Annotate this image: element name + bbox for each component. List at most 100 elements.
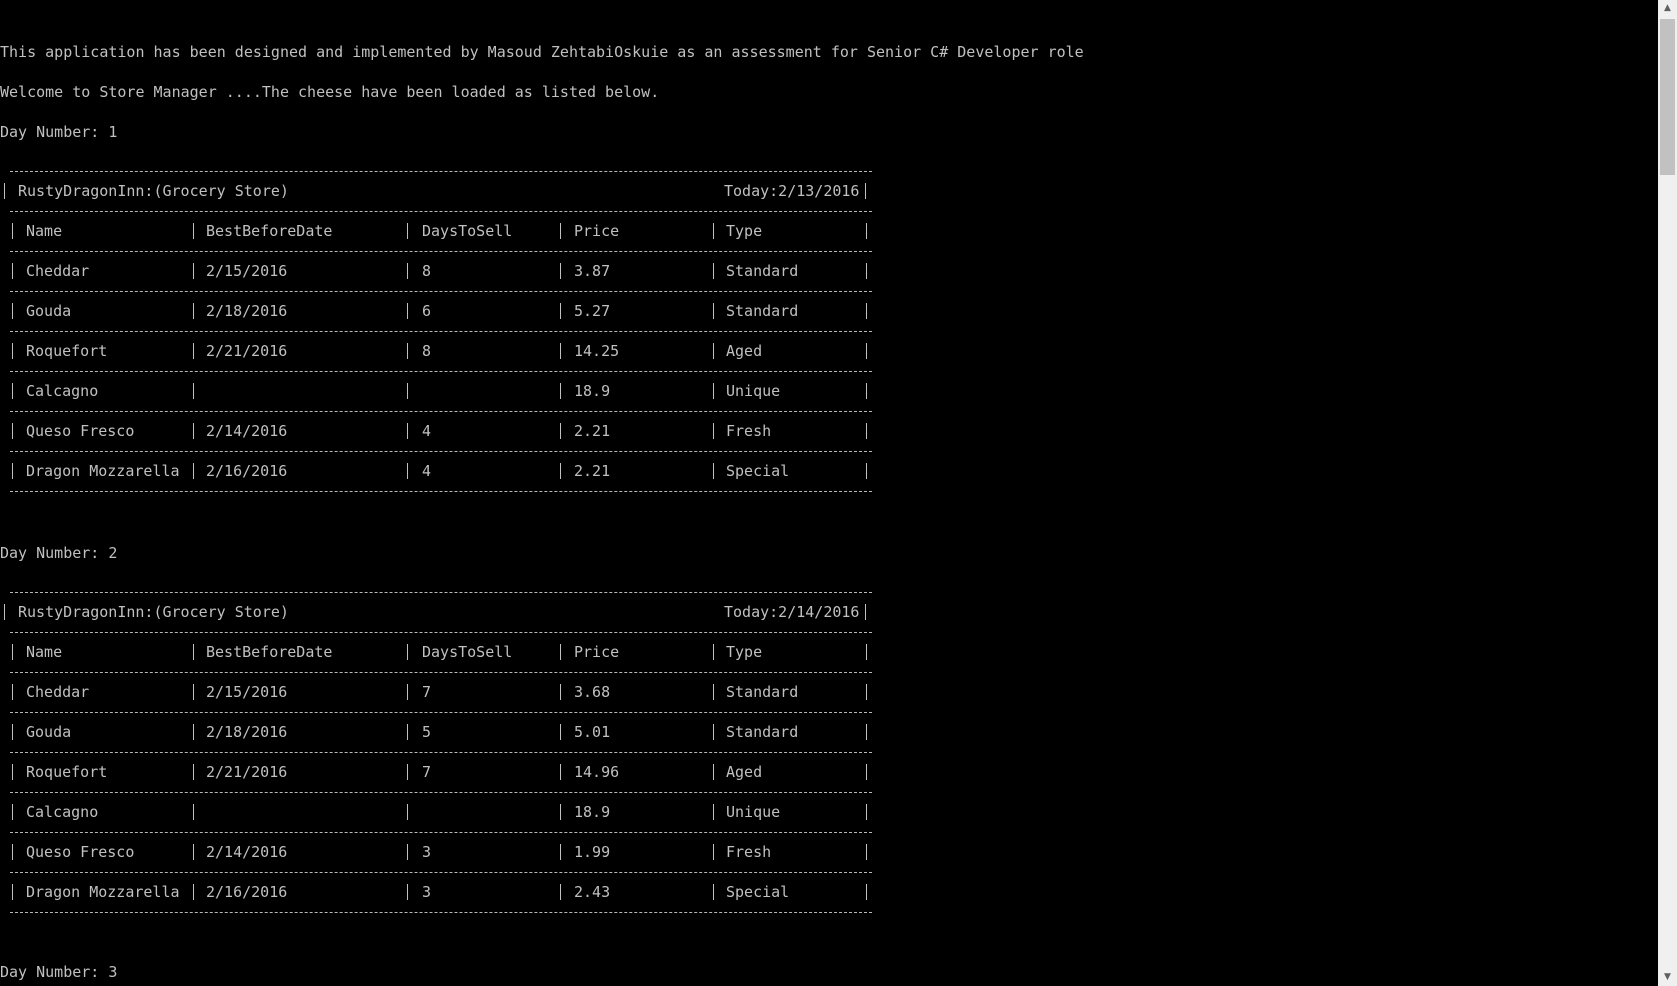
column-header-type: Type [726,222,763,240]
cell-border [12,463,13,479]
cell-border [865,604,866,620]
table-row: Roquefort 2/21/2016 7 14.96 Aged [0,762,880,782]
cell-border [713,884,714,900]
table-cell-daystosell: 4 [422,462,432,480]
table-cell-daystosell: 8 [422,342,432,360]
table-cell-type: Special [726,462,790,480]
cell-border [560,764,561,780]
cell-border [865,183,866,199]
table-cell-daystosell: 8 [422,262,432,280]
scroll-up-icon[interactable]: ▲ [1658,0,1677,17]
table-row: Cheddar 2/15/2016 8 3.87 Standard [0,261,880,281]
table-divider [10,251,872,252]
table-cell-type: Fresh [726,422,772,440]
table-cell-bestbeforedate: 2/14/2016 [206,843,288,861]
table-divider [10,752,872,753]
cell-border [4,183,5,199]
table-row: Dragon Mozzarella 2/16/2016 4 2.21 Special [0,461,880,481]
table-divider [10,712,872,713]
cell-border [12,644,13,660]
table-divider [10,371,872,372]
cell-border [193,463,194,479]
table-cell-price: 2.21 [574,462,611,480]
table-cell-type: Unique [726,382,781,400]
table-cell-type: Standard [726,262,799,280]
table-cell-name: Gouda [26,723,72,741]
cell-border [407,644,408,660]
cell-border [12,844,13,860]
column-header-row: Name BestBeforeDate DaysToSell Price Type [0,221,880,241]
cell-border [193,383,194,399]
cell-border [713,343,714,359]
table-cell-price: 3.68 [574,683,611,701]
table-divider [10,291,872,292]
cell-border [560,463,561,479]
cell-border [407,804,408,820]
table-divider [10,632,872,633]
table-divider [10,912,872,913]
cell-border [866,223,867,239]
table-divider [10,491,872,492]
cell-border [407,383,408,399]
table-cell-daystosell: 3 [422,843,432,861]
table-cell-bestbeforedate: 2/21/2016 [206,342,288,360]
column-header-row: Name BestBeforeDate DaysToSell Price Type [0,642,880,662]
cell-border [560,343,561,359]
cell-border [866,303,867,319]
cell-border [866,884,867,900]
cell-border [407,463,408,479]
table-cell-daystosell: 6 [422,302,432,320]
cell-border [12,263,13,279]
column-header-name: Name [26,222,63,240]
cell-border [407,303,408,319]
cell-border [12,684,13,700]
table-cell-type: Aged [726,763,763,781]
table-cell-name: Cheddar [26,262,90,280]
table-row: Gouda 2/18/2016 5 5.01 Standard [0,722,880,742]
cell-border [12,804,13,820]
table-cell-bestbeforedate: 2/15/2016 [206,262,288,280]
table-cell-type: Unique [726,803,781,821]
store-header-row: RustyDragonInn:(Grocery Store) Today:2/14… [0,602,880,622]
cell-border [193,804,194,820]
table-cell-price: 5.01 [574,723,611,741]
table-row: Gouda 2/18/2016 6 5.27 Standard [0,301,880,321]
cell-border [407,684,408,700]
table-cell-name: Queso Fresco [26,843,135,861]
table-cell-type: Standard [726,723,799,741]
table-cell-name: Queso Fresco [26,422,135,440]
table-cell-price: 5.27 [574,302,611,320]
cell-border [560,303,561,319]
cell-border [407,343,408,359]
table-cell-bestbeforedate: 2/21/2016 [206,763,288,781]
cell-border [866,724,867,740]
cell-border [560,684,561,700]
table-divider [10,872,872,873]
table-cell-name: Cheddar [26,683,90,701]
table-cell-name: Dragon Mozzarella [26,883,180,901]
welcome-text: Welcome to Store Manager ....The cheese … [0,83,660,101]
table-divider [10,211,872,212]
cell-border [866,764,867,780]
day-number-label: Day Number: 3 [0,963,118,981]
cell-border [12,423,13,439]
cell-border [560,223,561,239]
table-cell-bestbeforedate: 2/18/2016 [206,302,288,320]
table-cell-price: 14.25 [574,342,620,360]
cell-border [713,644,714,660]
table-divider [10,171,872,172]
table-row: Queso Fresco 2/14/2016 4 2.21 Fresh [0,421,880,441]
intro-text: This application has been designed and i… [0,43,1084,61]
table-row: Calcagno 18.9 Unique [0,381,880,401]
cell-border [193,684,194,700]
table-cell-name: Gouda [26,302,72,320]
store-header-row: RustyDragonInn:(Grocery Store) Today:2/13… [0,181,880,201]
store-name: RustyDragonInn:(Grocery Store) [18,603,289,621]
scroll-down-icon[interactable]: ▼ [1658,969,1677,986]
column-header-bestbeforedate: BestBeforeDate [206,643,333,661]
cell-border [713,423,714,439]
vertical-scrollbar[interactable]: ▲ ▼ [1658,0,1677,986]
column-header-daystosell: DaysToSell [422,222,513,240]
table-row: Dragon Mozzarella 2/16/2016 3 2.43 Special [0,882,880,902]
scroll-thumb[interactable] [1660,19,1675,175]
